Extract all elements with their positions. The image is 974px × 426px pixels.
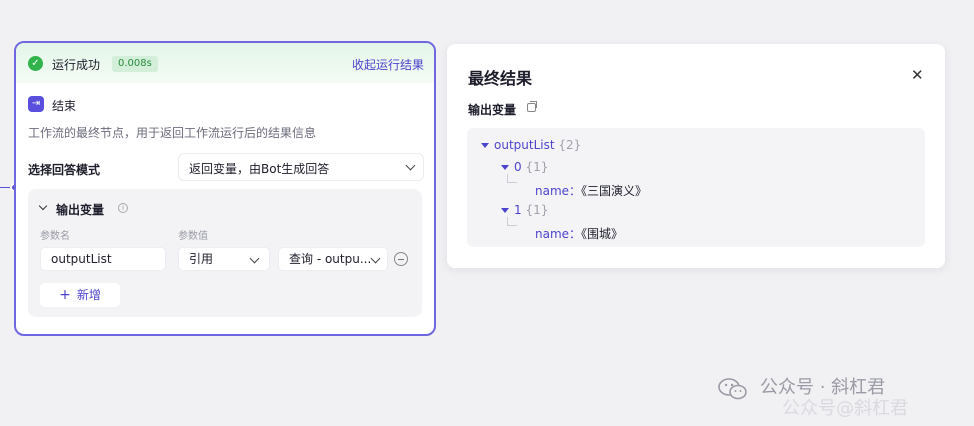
- caret-down-icon: [501, 208, 509, 213]
- variable-name-input[interactable]: outputList: [40, 247, 166, 271]
- wechat-icon: [718, 378, 747, 400]
- tree-item-index: 1: [514, 203, 522, 217]
- run-status-text: 运行成功: [52, 58, 101, 72]
- tree-leaf-separator: ：: [569, 184, 582, 198]
- answer-mode-select[interactable]: 返回变量，由Bot生成回答: [178, 153, 424, 181]
- output-variables-panel: 输出变量 i 参数名 参数值 outputList 引用 查询 - outpu.…: [28, 189, 422, 317]
- chevron-down-icon: [405, 160, 416, 171]
- tree-leaf-key: name: [535, 184, 570, 198]
- end-node-icon: ⇥: [28, 96, 44, 112]
- add-variable-button[interactable]: + 新增: [40, 283, 120, 307]
- watermark-text-faint: 公众号@斜杠君: [782, 398, 908, 419]
- run-status-bar: ✓ 运行成功 0.008s 收起运行结果: [16, 43, 434, 83]
- reference-type-select[interactable]: 引用: [178, 247, 270, 271]
- tree-leaf-separator: ：: [569, 227, 582, 241]
- chevron-down-icon: [249, 253, 260, 264]
- param-value-header: 参数值: [178, 231, 208, 242]
- tree-root-key: outputList: [494, 138, 555, 152]
- param-name-header: 参数名: [40, 231, 70, 242]
- tree-leaf: name：《三国演义》: [535, 182, 647, 199]
- tree-item-count: {1}: [525, 203, 549, 217]
- json-tree-viewer: outputList {2} 0 {1} name：《三国演义》 1 {1} n…: [467, 128, 925, 247]
- tree-root-count: {2}: [558, 138, 582, 152]
- node-description: 工作流的最终节点，用于返回工作流运行后的结果信息: [28, 126, 317, 140]
- chevron-down-icon: [370, 253, 381, 264]
- duration-badge: 0.008s: [112, 56, 158, 72]
- result-panel-title: 最终结果: [468, 69, 533, 88]
- tree-item-node[interactable]: 0 {1}: [501, 160, 548, 174]
- answer-mode-label: 选择回答模式: [28, 163, 101, 177]
- reference-value-select[interactable]: 查询 - outpu...: [278, 247, 388, 271]
- tree-item-node[interactable]: 1 {1}: [501, 203, 548, 217]
- tree-item-count: {1}: [525, 160, 549, 174]
- check-circle-icon: ✓: [28, 56, 43, 71]
- end-node-card[interactable]: ✓ 运行成功 0.008s 收起运行结果 ⇥ 结束 工作流的最终节点，用于返回工…: [14, 41, 436, 336]
- close-icon[interactable]: ✕: [911, 66, 924, 84]
- chevron-down-icon[interactable]: [38, 201, 48, 211]
- answer-mode-value: 返回变量，由Bot生成回答: [189, 162, 330, 176]
- tree-root-node[interactable]: outputList {2}: [481, 138, 581, 152]
- reference-type-value: 引用: [189, 252, 214, 266]
- final-result-panel: 最终结果 ✕ 输出变量 outputList {2} 0 {1} name：《三…: [447, 44, 945, 268]
- info-icon[interactable]: i: [118, 203, 128, 213]
- tree-connector: [507, 174, 517, 183]
- input-connector-line: [0, 187, 10, 188]
- reference-value-text: 查询 - outpu...: [289, 252, 372, 266]
- plus-icon: +: [59, 287, 71, 303]
- add-variable-label: 新增: [76, 288, 101, 302]
- collapse-results-link[interactable]: 收起运行结果: [352, 56, 424, 73]
- caret-down-icon: [501, 165, 509, 170]
- remove-variable-icon[interactable]: [394, 252, 408, 266]
- copy-icon[interactable]: [527, 101, 537, 112]
- tree-leaf-value: 《三国演义》: [581, 184, 648, 198]
- tree-leaf-key: name: [535, 227, 570, 241]
- tree-item-index: 0: [514, 160, 522, 174]
- output-variables-title: 输出变量: [56, 203, 105, 217]
- tree-leaf: name：《围城》: [535, 225, 623, 242]
- tree-connector: [507, 217, 517, 226]
- output-variables-label: 输出变量: [468, 103, 517, 117]
- tree-leaf-value: 《围城》: [581, 227, 624, 241]
- node-title[interactable]: 结束: [52, 97, 76, 114]
- caret-down-icon: [481, 143, 489, 148]
